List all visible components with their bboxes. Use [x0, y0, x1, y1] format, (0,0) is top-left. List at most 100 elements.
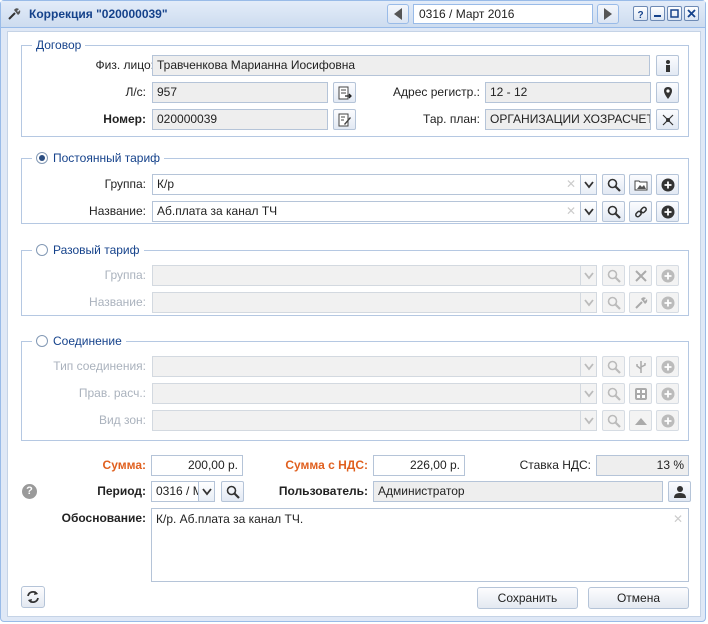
zone-type-add-button: [656, 410, 679, 431]
clear-icon[interactable]: ✕: [566, 177, 576, 192]
window-body: Договор Физ. лицо: Травченкова Марианна …: [7, 31, 701, 617]
number-label: Номер:: [103, 112, 146, 126]
next-period-button[interactable]: [597, 4, 619, 24]
clear-icon[interactable]: ✕: [673, 512, 683, 526]
prev-period-button[interactable]: [387, 4, 409, 24]
onetime-name-label: Название:: [89, 295, 146, 309]
calc-rule-combo: [152, 383, 581, 404]
connection-type-search-button: [602, 356, 625, 377]
period-display[interactable]: 0316 / Март 2016: [413, 4, 593, 24]
chevron-down-icon: [584, 272, 594, 280]
permanent-name-combo[interactable]: Аб.плата за канал ТЧ ✕: [152, 201, 581, 222]
network-icon: [662, 114, 674, 126]
search-icon: [607, 205, 621, 219]
permanent-name-dropdown[interactable]: [580, 201, 597, 222]
title-bar[interactable]: Коррекция "020000039" 0316 / Март 2016 ?: [1, 1, 705, 28]
person-field: Травченкова Марианна Иосифовна: [152, 55, 650, 76]
maximize-button[interactable]: [667, 6, 682, 21]
permanent-name-add-button[interactable]: [656, 201, 679, 222]
help-button[interactable]: ?: [633, 6, 648, 21]
period-dropdown[interactable]: [198, 481, 215, 502]
contract-legend-text: Договор: [36, 38, 82, 52]
account-card-button[interactable]: [333, 82, 356, 103]
sum-vat-field[interactable]: 226,00 р.: [373, 455, 465, 476]
onetime-group-label: Группа:: [104, 268, 146, 282]
reason-textarea[interactable]: К/р. Аб.плата за канал ТЧ. ✕: [151, 508, 689, 582]
sum-field[interactable]: 200,00 р.: [151, 455, 243, 476]
onetime-group-dropdown: [580, 265, 597, 286]
plan-tree-button[interactable]: [656, 109, 679, 130]
arrow-left-icon: [394, 8, 402, 20]
permanent-tariff-radio[interactable]: [36, 152, 48, 164]
calc-rule-search-button: [602, 383, 625, 404]
search-icon: [607, 414, 621, 428]
permanent-group-add-button[interactable]: [656, 174, 679, 195]
zone-type-label: Вид зон:: [98, 413, 146, 427]
permanent-group-search-button[interactable]: [602, 174, 625, 195]
minimize-button[interactable]: [650, 6, 665, 21]
close-icon: [687, 9, 696, 18]
add-icon: [661, 387, 675, 401]
onetime-name-combo: [152, 292, 581, 313]
connection-radio[interactable]: [36, 335, 48, 347]
permanent-group-folder-button[interactable]: [629, 174, 652, 195]
person-label: Физ. лицо:: [95, 58, 154, 72]
add-icon: [661, 269, 675, 283]
permanent-name-search-button[interactable]: [602, 201, 625, 222]
save-button[interactable]: Сохранить: [477, 587, 578, 609]
period-search-button[interactable]: [221, 481, 244, 502]
chevron-down-icon: [584, 390, 594, 398]
onetime-tariff-radio[interactable]: [36, 244, 48, 256]
cancel-button[interactable]: Отмена: [588, 587, 689, 609]
svg-text:?: ?: [638, 10, 644, 19]
permanent-group-value: К/р: [157, 177, 174, 191]
connection-type-add-button: [656, 356, 679, 377]
calc-rule-dropdown: [580, 383, 597, 404]
permanent-tariff-label: Постоянный тариф: [53, 151, 161, 165]
onetime-tariff-legend[interactable]: Разовый тариф: [32, 243, 144, 257]
add-icon: [661, 414, 675, 428]
connection-type-label: Тип соединения:: [53, 359, 146, 373]
zone-type-triangle-button: [629, 410, 652, 431]
close-button[interactable]: [684, 6, 699, 21]
calc-rule-add-button: [656, 383, 679, 404]
wrench-icon: [8, 8, 21, 20]
refresh-button[interactable]: [21, 586, 45, 608]
help-hint-icon[interactable]: ?: [22, 484, 37, 499]
plan-field: ОРГАНИЗАЦИИ ХОЗРАСЧЕТНЫЕ: [485, 109, 651, 130]
address-map-button[interactable]: [656, 82, 679, 103]
zone-type-search-button: [602, 410, 625, 431]
person-info-button[interactable]: [656, 55, 679, 76]
permanent-group-combo[interactable]: К/р ✕: [152, 174, 581, 195]
onetime-tariff-fieldset: Разовый тариф Группа: Название:: [21, 243, 689, 316]
clear-icon[interactable]: ✕: [566, 204, 576, 219]
connection-legend[interactable]: Соединение: [32, 334, 126, 348]
permanent-tariff-legend[interactable]: Постоянный тариф: [32, 151, 165, 165]
maximize-icon: [670, 9, 679, 18]
minimize-icon: [654, 15, 661, 17]
user-info-button[interactable]: [668, 481, 691, 502]
permanent-name-value: Аб.плата за канал ТЧ: [157, 204, 278, 218]
onetime-name-wrench-button: [629, 292, 652, 313]
triangle-icon: [635, 418, 647, 425]
number-edit-button[interactable]: [333, 109, 356, 130]
calc-rule-label: Прав. расч.:: [78, 386, 146, 400]
vat-rate-label: Ставка НДС:: [519, 458, 591, 472]
connection-type-dropdown: [580, 356, 597, 377]
period-label: Период:: [97, 484, 146, 498]
user-label: Пользователь:: [278, 484, 368, 498]
link-icon: [635, 206, 647, 218]
chevron-down-icon: [584, 208, 594, 216]
period-combo[interactable]: 0316 / M: [151, 481, 199, 502]
permanent-name-link-button[interactable]: [629, 201, 652, 222]
user-field: Администратор: [373, 481, 663, 502]
chevron-down-icon: [584, 417, 594, 425]
wrench-icon: [635, 297, 648, 309]
zone-type-combo: [152, 410, 581, 431]
search-icon: [607, 296, 621, 310]
connection-type-combo: [152, 356, 581, 377]
permanent-group-dropdown[interactable]: [580, 174, 597, 195]
address-label: Адрес регистр.:: [393, 85, 480, 99]
onetime-name-dropdown: [580, 292, 597, 313]
add-icon: [661, 178, 675, 192]
